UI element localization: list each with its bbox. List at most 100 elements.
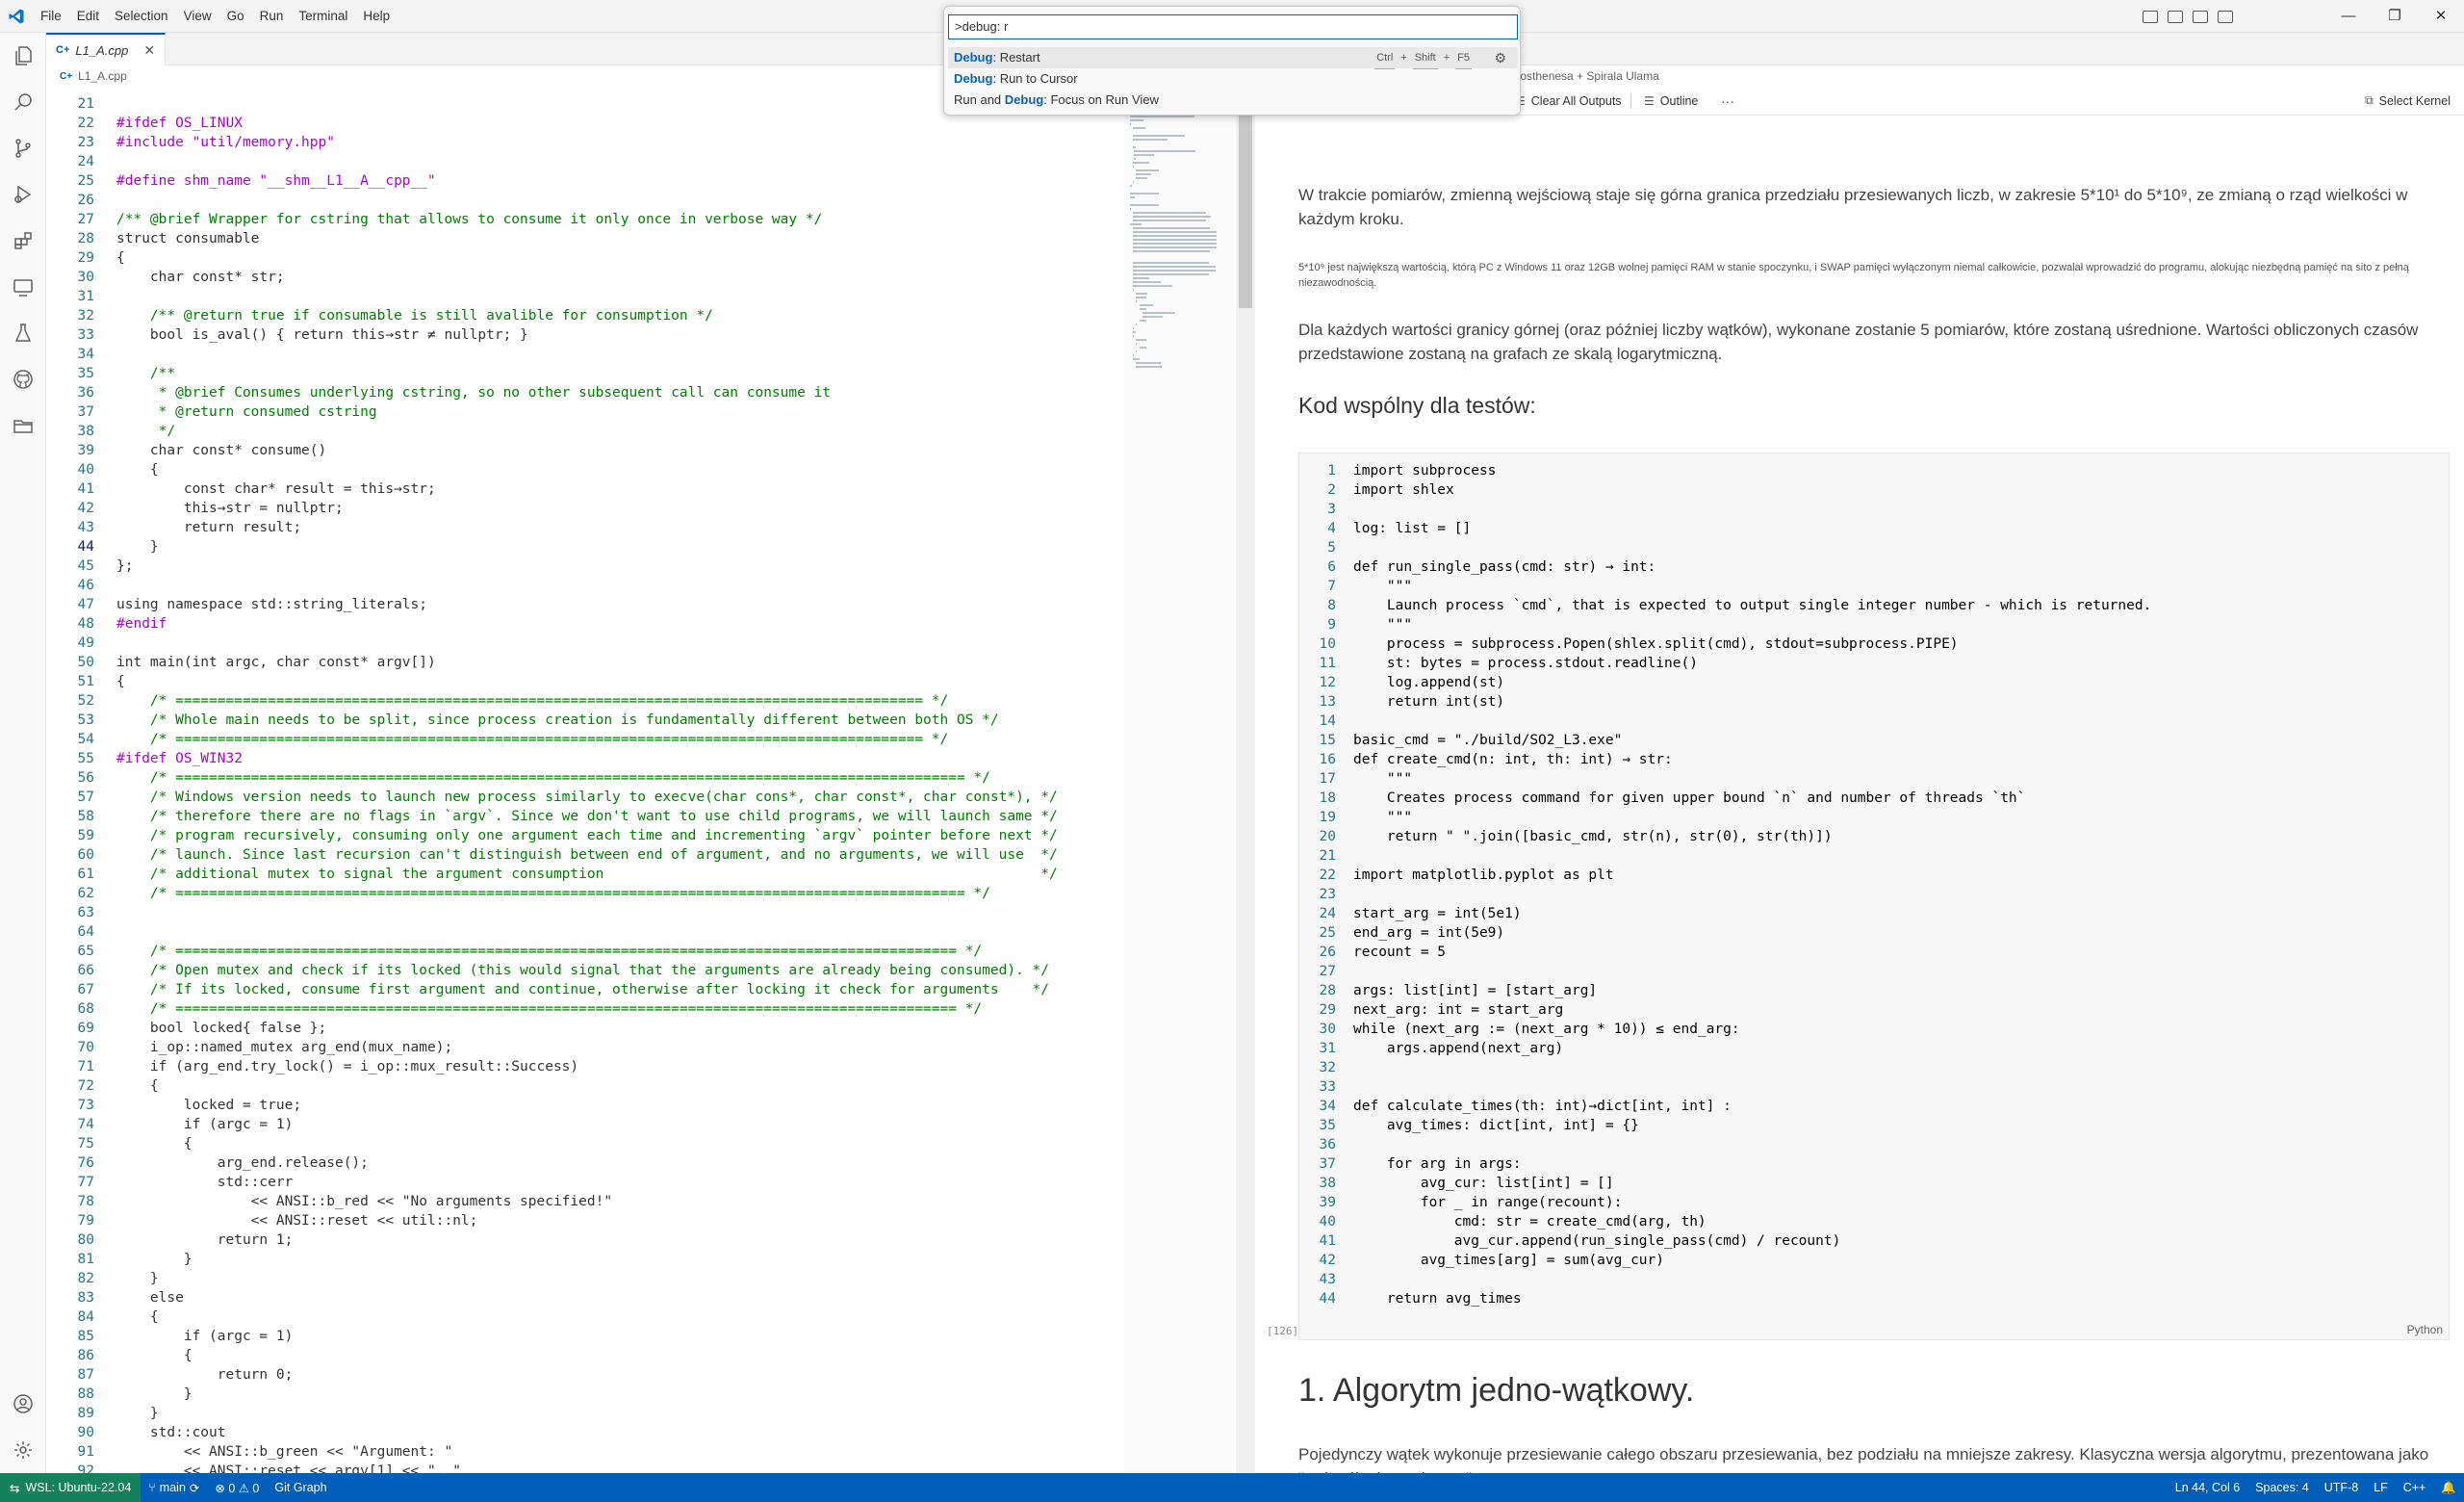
code-line[interactable]: 84 { xyxy=(46,1308,1124,1327)
code-line[interactable]: 52 /* ==================================… xyxy=(46,691,1124,711)
code-cell[interactable]: Python 1 import subprocess 2 import shlex 3 4… xyxy=(1298,453,2450,1340)
cell-code-line[interactable]: 6 def run_single_pass(cmd: str) → int: xyxy=(1299,557,2445,577)
cell-code-line[interactable]: 20 return " ".join([basic_cmd, str(n), s… xyxy=(1299,827,2445,846)
code-line[interactable]: 92 << ANSI::reset << argv[1] << ", " xyxy=(46,1462,1124,1473)
code-line[interactable]: 27 /** @brief Wrapper for cstring that al… xyxy=(46,210,1124,229)
cell-code-line[interactable]: 7 """ xyxy=(1299,577,2445,596)
command-palette-input[interactable]: >debug: r xyxy=(948,14,1518,39)
code-line[interactable]: 82 } xyxy=(46,1269,1124,1288)
tab-l1-a-cpp[interactable]: C+ L1_A.cpp ✕ xyxy=(46,33,167,65)
cell-code-line[interactable]: 16 def create_cmd(n: int, th: int) → str: xyxy=(1299,750,2445,769)
code-line[interactable]: 48 #endif xyxy=(46,614,1124,634)
cell-code-line[interactable]: 1 import subprocess xyxy=(1299,461,2445,480)
code-line[interactable]: 86 { xyxy=(46,1346,1124,1365)
command-debug-restart[interactable]: Debug: Restart Ctrl + Shift + F5 ⚙ xyxy=(948,47,1518,69)
search-icon[interactable] xyxy=(0,79,46,125)
code-line[interactable]: 42 this→str = nullptr; xyxy=(46,499,1124,518)
code-line[interactable]: 51 { xyxy=(46,672,1124,691)
language-mode[interactable]: C++ xyxy=(2396,1481,2434,1494)
git-branch[interactable]: ⑂ main ⟳ xyxy=(141,1481,207,1495)
cell-code-line[interactable]: 24 start_arg = int(5e1) xyxy=(1299,904,2445,923)
code-line[interactable]: 85 if (argc = 1) xyxy=(46,1327,1124,1346)
menu-help[interactable]: Help xyxy=(355,0,398,33)
code-line[interactable]: 61 /* additional mutex to signal the arg… xyxy=(46,865,1124,884)
code-line[interactable]: 25 #define shm_name "__shm__L1__A__cpp__" xyxy=(46,171,1124,191)
code-line[interactable]: 62 /* ==================================… xyxy=(46,884,1124,903)
code-line[interactable]: 71 if (arg_end.try_lock() = i_op::mux_re… xyxy=(46,1057,1124,1076)
cell-code-line[interactable]: 42 avg_times[arg] = sum(avg_cur) xyxy=(1299,1251,2445,1270)
command-run-and-debug-focus[interactable]: Run and Debug: Focus on Run View xyxy=(948,90,1518,111)
cell-code-line[interactable]: 9 """ xyxy=(1299,615,2445,634)
cell-code-line[interactable]: 21 xyxy=(1299,846,2445,866)
code-line[interactable]: 32 /** @return true if consumable is sti… xyxy=(46,306,1124,325)
problems-indicator[interactable]: ⊗ 0 ⚠ 0 xyxy=(207,1481,267,1495)
breadcrumb-file[interactable]: L1_A.cpp xyxy=(78,69,127,83)
code-line[interactable]: 88 } xyxy=(46,1385,1124,1404)
code-line[interactable]: 46 xyxy=(46,576,1124,595)
more-actions-icon[interactable]: ··· xyxy=(1721,93,1734,109)
code-line[interactable]: 64 xyxy=(46,922,1124,942)
code-line[interactable]: 78 << ANSI::b_red << "No arguments speci… xyxy=(46,1192,1124,1211)
command-debug-run-to-cursor[interactable]: Debug: Run to Cursor xyxy=(948,68,1518,90)
code-line[interactable]: 35 /** xyxy=(46,364,1124,383)
cell-code-line[interactable]: 5 xyxy=(1299,538,2445,557)
menu-terminal[interactable]: Terminal xyxy=(291,0,355,33)
select-kernel-button[interactable]: ⧉ Select Kernel xyxy=(2365,93,2451,108)
end-of-line[interactable]: LF xyxy=(2366,1481,2396,1494)
encoding[interactable]: UTF-8 xyxy=(2317,1481,2366,1494)
code-line[interactable]: 22 #ifdef OS_LINUX xyxy=(46,114,1124,133)
cell-language[interactable]: Python xyxy=(2407,1323,2443,1336)
code-line[interactable]: 74 if (argc = 1) xyxy=(46,1115,1124,1134)
cell-code-line[interactable]: 2 import shlex xyxy=(1299,480,2445,500)
cell-code-line[interactable]: 26 recount = 5 xyxy=(1299,943,2445,962)
code-line[interactable]: 53 /* Whole main needs to be split, sinc… xyxy=(46,711,1124,730)
code-line[interactable]: 45}; xyxy=(46,557,1124,576)
git-graph-button[interactable]: Git Graph xyxy=(267,1481,334,1494)
manage-gear-icon[interactable] xyxy=(0,1427,46,1473)
code-line[interactable]: 77 std::cerr xyxy=(46,1173,1124,1192)
code-line[interactable]: 34 xyxy=(46,345,1124,364)
code-line[interactable]: 55 #ifdef OS_WIN32 xyxy=(46,749,1124,768)
notebook-breadcrumb-title[interactable]: tosthenesa + Spirala Ulama xyxy=(1517,69,1659,83)
code-line[interactable]: 60 /* launch. Since last recursion can't… xyxy=(46,845,1124,865)
code-line[interactable]: 68 /* ==================================… xyxy=(46,999,1124,1019)
toggle-secondary-sidebar-icon[interactable] xyxy=(2193,10,2208,23)
code-line[interactable]: 38 */ xyxy=(46,422,1124,441)
code-editor[interactable]: 21 22 #ifdef OS_LINUX 23 #include "util/memo… xyxy=(46,87,1255,1473)
cell-code-line[interactable]: 12 log.append(st) xyxy=(1299,673,2445,692)
folder-icon[interactable] xyxy=(0,402,46,449)
code-line[interactable]: 36 * @brief Consumes underlying cstring,… xyxy=(46,383,1124,402)
menu-file[interactable]: File xyxy=(33,0,69,33)
notifications-bell-icon[interactable]: 🔔 xyxy=(2433,1481,2464,1495)
cell-code-line[interactable]: 36 xyxy=(1299,1135,2445,1154)
code-line[interactable]: 26 xyxy=(46,191,1124,210)
cell-code-line[interactable]: 11 st: bytes = process.stdout.readline() xyxy=(1299,654,2445,673)
code-line[interactable]: 58 /* therefore there are no flags in `a… xyxy=(46,807,1124,826)
code-line[interactable]: 75 { xyxy=(46,1134,1124,1153)
cell-code-line[interactable]: 43 xyxy=(1299,1270,2445,1289)
code-line[interactable]: 29 { xyxy=(46,248,1124,268)
cell-code-line[interactable]: 25 end_arg = int(5e9) xyxy=(1299,923,2445,943)
code-line[interactable]: 57 /* Windows version needs to launch ne… xyxy=(46,788,1124,807)
cell-code-line[interactable]: 3 xyxy=(1299,500,2445,519)
code-line[interactable]: 63 xyxy=(46,903,1124,922)
code-line[interactable]: 59 /* program recursively, consuming onl… xyxy=(46,826,1124,845)
code-line[interactable]: 37 * @return consumed cstring xyxy=(46,402,1124,422)
minimap[interactable] xyxy=(1124,87,1235,1473)
code-line[interactable]: 56 /* ==================================… xyxy=(46,768,1124,788)
code-line[interactable]: 33 bool is_aval() { return this→str ≠ nu… xyxy=(46,325,1124,345)
toggle-primary-sidebar-icon[interactable] xyxy=(2143,10,2158,23)
cell-code-line[interactable]: 37 for arg in args: xyxy=(1299,1154,2445,1174)
accounts-icon[interactable] xyxy=(0,1381,46,1427)
code-line[interactable]: 50 int main(int argc, char const* argv[]) xyxy=(46,653,1124,672)
run-debug-icon[interactable] xyxy=(0,171,46,218)
maximize-icon[interactable]: ❐ xyxy=(2372,0,2418,33)
code-line[interactable]: 54 /* ==================================… xyxy=(46,730,1124,749)
menu-edit[interactable]: Edit xyxy=(69,0,107,33)
code-line[interactable]: 83 else xyxy=(46,1288,1124,1308)
close-icon[interactable]: ✕ xyxy=(143,42,155,59)
code-line[interactable]: 49 xyxy=(46,634,1124,653)
cell-code-line[interactable]: 27 xyxy=(1299,962,2445,981)
code-line[interactable]: 79 << ANSI::reset << util::nl; xyxy=(46,1211,1124,1230)
cell-code-line[interactable]: 28 args: list[int] = [start_arg] xyxy=(1299,981,2445,1000)
